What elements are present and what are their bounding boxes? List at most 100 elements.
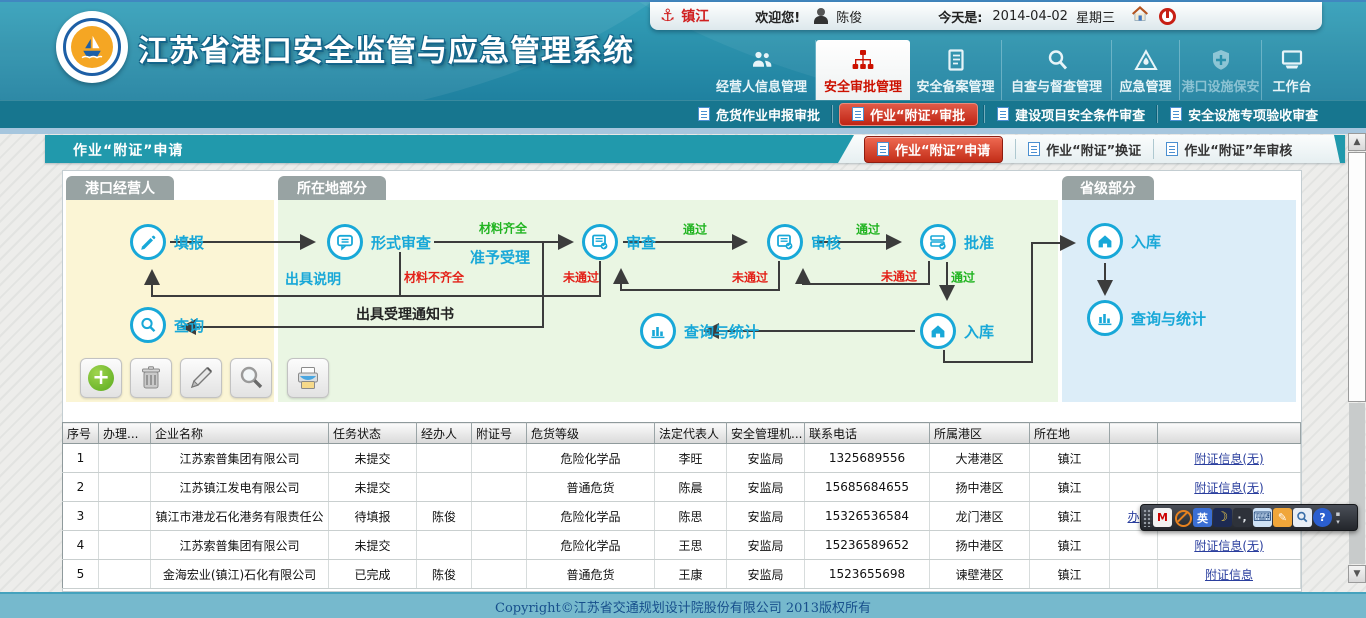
ime-handwriting-icon[interactable]: ✎ bbox=[1273, 508, 1292, 527]
add-button[interactable]: + bbox=[80, 358, 122, 398]
tab-safety-record[interactable]: 安全备案管理 bbox=[910, 40, 1002, 100]
home-icon bbox=[920, 313, 956, 349]
orgchart-icon bbox=[850, 42, 876, 72]
table-row[interactable]: 3 镇江市港龙石化港务有限责任公待填报 陈俊 危险化学品陈思 安监局153265… bbox=[63, 502, 1301, 531]
ime-disabled-icon[interactable] bbox=[1173, 508, 1192, 527]
action-label: 作业“附证”换证 bbox=[1046, 140, 1141, 159]
delete-button[interactable] bbox=[130, 358, 172, 398]
subnav-construction-review[interactable]: 建设项目安全条件审查 bbox=[985, 105, 1157, 124]
flow-node-query[interactable]: 查询 bbox=[130, 307, 204, 343]
scroll-down-button[interactable]: ▼ bbox=[1348, 565, 1366, 583]
scrollbar-thumb[interactable] bbox=[1348, 152, 1366, 402]
action-attached-cert-annual[interactable]: 作业“附证”年审核 bbox=[1166, 140, 1292, 159]
ime-english-icon[interactable]: 英 bbox=[1193, 508, 1212, 527]
ime-help-icon[interactable]: ? bbox=[1313, 508, 1332, 527]
column-header: 经办人 bbox=[417, 423, 472, 444]
action-label: 作业“附证”申请 bbox=[895, 140, 990, 159]
flow-node-query-stats-local[interactable]: 查询与统计 bbox=[640, 313, 759, 349]
plus-icon: + bbox=[88, 365, 114, 391]
flow-node-label: 填报 bbox=[174, 232, 204, 253]
flow-node-query-stats-provincial[interactable]: 查询与统计 bbox=[1087, 300, 1206, 336]
scroll-up-button[interactable]: ▲ bbox=[1348, 133, 1366, 151]
tab-workbench[interactable]: 工作台 bbox=[1262, 40, 1322, 100]
bar-chart-icon bbox=[640, 313, 676, 349]
system-title: 江苏省港口安全监管与应急管理系统 bbox=[138, 26, 634, 70]
doc-icon bbox=[1170, 107, 1182, 121]
flow-node-archive-provincial[interactable]: 入库 bbox=[1087, 223, 1161, 259]
doc-icon bbox=[997, 107, 1009, 121]
action-attached-cert-renew[interactable]: 作业“附证”换证 bbox=[1028, 140, 1141, 159]
user-avatar-icon bbox=[814, 8, 828, 24]
people-icon bbox=[749, 42, 775, 72]
today-label: 今天是: bbox=[938, 7, 982, 26]
edge-label-accepted: 准予受理 bbox=[470, 247, 530, 268]
tab-emergency[interactable]: 应急管理 bbox=[1112, 40, 1180, 100]
flow-node-fill-in[interactable]: 填报 bbox=[130, 224, 204, 260]
flow-node-review[interactable]: 审查 bbox=[582, 224, 656, 260]
action-divider bbox=[1015, 139, 1016, 159]
scrollbar-track[interactable] bbox=[1349, 403, 1365, 564]
attached-cert-info-link[interactable]: 附证信息(无) bbox=[1194, 481, 1263, 495]
welcome-label: 欢迎您! bbox=[755, 7, 800, 26]
flow-node-approve[interactable]: 批准 bbox=[920, 224, 994, 260]
table-row[interactable]: 5 金海宏业(镇江)石化有限公司已完成 陈俊 普通危货王康 安监局1523655… bbox=[63, 560, 1301, 589]
action-label: 作业“附证”年审核 bbox=[1184, 140, 1292, 159]
tab-safety-approval[interactable]: 安全审批管理 bbox=[816, 40, 910, 100]
ime-keyboard-icon[interactable]: ⌨ bbox=[1253, 508, 1272, 527]
action-attached-cert-apply[interactable]: 作业“附证”申请 bbox=[864, 136, 1003, 163]
certificate-icon bbox=[582, 224, 618, 260]
table-row[interactable]: 1 江苏索普集团有限公司未提交 危险化学品李旺 安监局1325689556 大港… bbox=[63, 444, 1301, 473]
logout-power-icon[interactable] bbox=[1159, 8, 1176, 25]
pen-icon bbox=[188, 365, 214, 391]
ime-minimize-icon[interactable]: ▪▾ bbox=[1333, 508, 1343, 527]
logo-ring bbox=[63, 18, 121, 76]
subnav-divider bbox=[832, 105, 833, 123]
tab-label: 经营人信息管理 bbox=[716, 76, 807, 95]
doc-icon bbox=[877, 142, 889, 156]
attached-cert-info-link[interactable]: 附证信息(无) bbox=[1194, 452, 1263, 466]
tab-operator-info[interactable]: 经营人信息管理 bbox=[708, 40, 816, 100]
attached-cert-info-link[interactable]: 附证信息(无) bbox=[1194, 539, 1263, 553]
edit-button[interactable] bbox=[180, 358, 222, 398]
tab-label: 安全备案管理 bbox=[916, 76, 994, 95]
emergency-flame-icon bbox=[1133, 42, 1159, 72]
down-arrow-icon: ▼ bbox=[1354, 569, 1361, 579]
flow-node-archive-local[interactable]: 入库 bbox=[920, 313, 994, 349]
ime-punctuation-icon[interactable]: ·, bbox=[1233, 508, 1252, 527]
handle-link[interactable]: 办 bbox=[1127, 510, 1139, 524]
sub-nav: 危货作业申报审批 作业“附证”审批 建设项目安全条件审查 安全设施专项验收审查 bbox=[0, 100, 1366, 128]
edge-label-fail: 未通过 bbox=[732, 269, 768, 286]
edge-label-pass: 通过 bbox=[683, 221, 707, 238]
print-button[interactable] bbox=[287, 358, 329, 398]
attached-cert-info-link[interactable]: 附证信息 bbox=[1205, 568, 1253, 582]
flow-node-formal-review[interactable]: 形式审查 bbox=[327, 224, 431, 260]
search-button[interactable] bbox=[230, 358, 272, 398]
ime-drag-handle[interactable] bbox=[1143, 509, 1152, 527]
edge-label-pass: 通过 bbox=[856, 221, 880, 238]
flow-node-label: 查询 bbox=[174, 315, 204, 336]
subnav-label: 作业“附证”审批 bbox=[870, 105, 965, 124]
flow-node-audit[interactable]: 审核 bbox=[767, 224, 841, 260]
table-row[interactable]: 4 江苏索普集团有限公司未提交 危险化学品王思 安监局15236589652 扬… bbox=[63, 531, 1301, 560]
tab-self-inspection[interactable]: 自查与督查管理 bbox=[1002, 40, 1112, 100]
magnifier-icon bbox=[130, 307, 166, 343]
column-header bbox=[1158, 423, 1301, 444]
table-row[interactable]: 2 江苏镇江发电有限公司未提交 普通危货陈晨 安监局15685684655 扬中… bbox=[63, 473, 1301, 502]
section-tab-provincial: 省级部分 bbox=[1062, 176, 1154, 200]
ime-mode-icon[interactable]: M bbox=[1153, 508, 1172, 527]
subnav-attached-cert-approval[interactable]: 作业“附证”审批 bbox=[839, 103, 978, 126]
page-footer: Copyright©江苏省交通规划设计院股份有限公司 2013版权所有 bbox=[0, 592, 1366, 618]
column-header bbox=[1110, 423, 1158, 444]
home-icon[interactable] bbox=[1131, 6, 1149, 26]
ime-fullhalf-moon-icon[interactable]: ☽ bbox=[1213, 508, 1232, 527]
flow-node-label: 查询与统计 bbox=[1131, 308, 1206, 329]
ime-search-icon[interactable] bbox=[1293, 508, 1312, 527]
subnav-facility-acceptance[interactable]: 安全设施专项验收审查 bbox=[1158, 105, 1330, 124]
magnifier-icon bbox=[1044, 42, 1070, 72]
flow-node-label: 形式审查 bbox=[371, 232, 431, 253]
shield-plus-icon bbox=[1209, 42, 1233, 72]
trash-icon bbox=[139, 365, 163, 391]
column-header: 企业名称 bbox=[151, 423, 329, 444]
subnav-dangerous-goods-approval[interactable]: 危货作业申报审批 bbox=[686, 105, 832, 124]
tab-port-security[interactable]: 港口设施保安 bbox=[1180, 40, 1262, 100]
